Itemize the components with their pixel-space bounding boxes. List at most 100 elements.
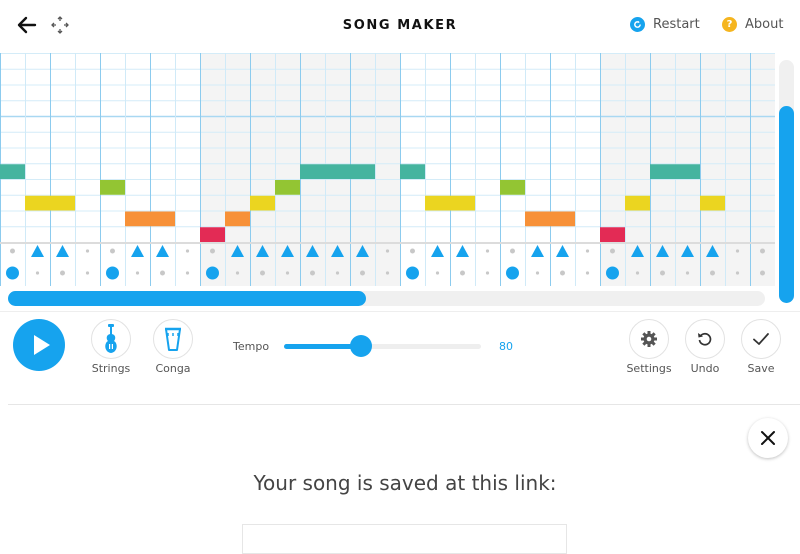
percussion-dot[interactable]	[735, 249, 740, 253]
note-cell[interactable]	[625, 195, 650, 211]
percussion-circle[interactable]	[506, 266, 519, 280]
settings-circle	[629, 319, 669, 359]
save-button[interactable]: Save	[731, 319, 791, 375]
note-cell[interactable]	[550, 211, 575, 227]
percussion-dot[interactable]	[210, 248, 215, 254]
note-cell[interactable]	[150, 211, 175, 227]
percussion-dot[interactable]	[385, 271, 390, 275]
percussion-dot[interactable]	[85, 271, 90, 275]
percussion-dot[interactable]	[85, 249, 90, 253]
note-cell[interactable]	[225, 211, 250, 227]
percussion-dot[interactable]	[385, 249, 390, 253]
note-cell[interactable]	[450, 195, 475, 211]
note-cell[interactable]	[400, 164, 425, 179]
percussion-triangle[interactable]	[556, 245, 569, 257]
note-cell[interactable]	[500, 180, 525, 195]
percussion-dot[interactable]	[260, 270, 265, 276]
percussion-triangle[interactable]	[31, 245, 44, 257]
percussion-circle[interactable]	[106, 266, 119, 280]
note-cell[interactable]	[25, 195, 50, 211]
note-cell[interactable]	[675, 164, 700, 179]
percussion-circle[interactable]	[206, 266, 219, 280]
percussion-triangle[interactable]	[56, 245, 69, 257]
percussion-dot[interactable]	[660, 270, 665, 276]
note-cell[interactable]	[700, 195, 725, 211]
undo-button[interactable]: Undo	[675, 319, 735, 375]
restart-button[interactable]: Restart	[630, 17, 700, 32]
percussion-button[interactable]: Conga	[143, 319, 203, 375]
note-cell[interactable]	[325, 164, 350, 179]
percussion-dot[interactable]	[10, 248, 15, 254]
about-button[interactable]: ? About	[722, 17, 783, 32]
instrument-circle	[91, 319, 131, 359]
tempo-slider-handle[interactable]	[349, 335, 372, 357]
percussion-triangle[interactable]	[131, 245, 144, 257]
song-link-field[interactable]	[242, 524, 567, 554]
note-cell[interactable]	[525, 211, 550, 227]
note-cell[interactable]	[250, 195, 275, 211]
percussion-dot[interactable]	[160, 270, 165, 276]
checkmark-icon	[753, 333, 769, 345]
note-cell[interactable]	[300, 164, 325, 179]
question-icon: ?	[722, 17, 737, 32]
percussion-dot[interactable]	[510, 248, 515, 254]
percussion-dot[interactable]	[685, 271, 690, 275]
note-cell[interactable]	[0, 164, 25, 179]
percussion-dot[interactable]	[585, 249, 590, 253]
note-cell[interactable]	[600, 227, 625, 242]
note-cell[interactable]	[100, 180, 125, 195]
percussion-dot[interactable]	[435, 271, 440, 275]
note-cell[interactable]	[650, 164, 675, 179]
vertical-scrollbar[interactable]	[779, 106, 794, 303]
percussion-triangle[interactable]	[531, 245, 544, 257]
note-cell[interactable]	[125, 211, 150, 227]
percussion-dot[interactable]	[635, 271, 640, 275]
percussion-circle[interactable]	[606, 266, 619, 280]
percussion-dot[interactable]	[135, 271, 140, 275]
percussion-dot[interactable]	[285, 271, 290, 275]
percussion-dot[interactable]	[185, 271, 190, 275]
percussion-dot[interactable]	[760, 270, 765, 276]
note-cell[interactable]	[425, 195, 450, 211]
percussion-circle[interactable]	[406, 266, 419, 280]
settings-button[interactable]: Settings	[619, 319, 679, 375]
divider	[0, 311, 800, 312]
percussion-dot[interactable]	[60, 270, 65, 276]
close-dialog-button[interactable]	[748, 418, 788, 458]
percussion-dot[interactable]	[535, 271, 540, 275]
percussion-circle[interactable]	[6, 266, 19, 280]
percussion-dot[interactable]	[560, 270, 565, 276]
percussion-dot[interactable]	[485, 271, 490, 275]
percussion-triangle[interactable]	[431, 245, 444, 257]
percussion-dot[interactable]	[735, 271, 740, 275]
note-grid[interactable]	[0, 53, 775, 286]
percussion-circle	[153, 319, 193, 359]
percussion-dot[interactable]	[410, 248, 415, 254]
percussion-dot[interactable]	[35, 271, 40, 275]
percussion-dot[interactable]	[485, 249, 490, 253]
percussion-triangle[interactable]	[456, 245, 469, 257]
percussion-dot[interactable]	[310, 270, 315, 276]
percussion-dot[interactable]	[760, 248, 765, 254]
percussion-dot[interactable]	[335, 271, 340, 275]
percussion-dot[interactable]	[360, 270, 365, 276]
horizontal-scrollbar[interactable]	[8, 291, 366, 306]
percussion-dot[interactable]	[185, 249, 190, 253]
percussion-dot[interactable]	[235, 271, 240, 275]
percussion-triangle[interactable]	[156, 245, 169, 257]
percussion-dot[interactable]	[585, 271, 590, 275]
restart-label: Restart	[653, 17, 700, 32]
song-grid[interactable]	[0, 53, 775, 286]
note-cell[interactable]	[275, 180, 300, 195]
percussion-dot[interactable]	[110, 248, 115, 254]
note-cell[interactable]	[350, 164, 375, 179]
percussion-dot[interactable]	[710, 270, 715, 276]
note-cell[interactable]	[50, 195, 75, 211]
note-cell[interactable]	[200, 227, 225, 242]
save-circle	[741, 319, 781, 359]
percussion-dot[interactable]	[460, 270, 465, 276]
play-button[interactable]	[13, 319, 65, 371]
instrument-button[interactable]: Strings	[81, 319, 141, 375]
percussion-dot[interactable]	[610, 248, 615, 254]
settings-label: Settings	[626, 362, 672, 375]
